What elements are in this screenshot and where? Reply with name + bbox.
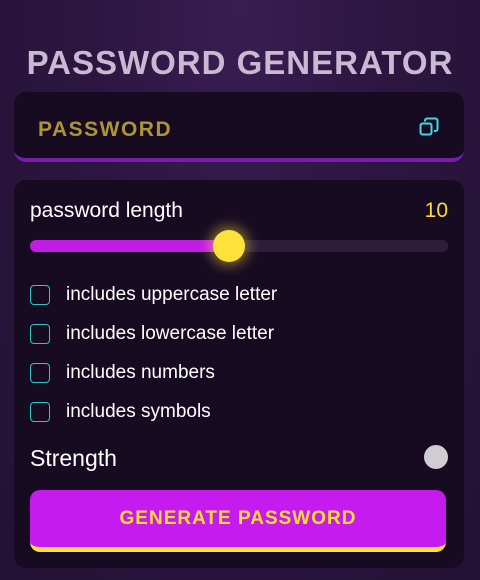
option-label: includes symbols — [66, 401, 211, 422]
app-title: PASSWORD GENERATOR — [26, 44, 454, 81]
length-value: 10 — [424, 199, 448, 222]
option-lowercase[interactable]: includes lowercase letter — [30, 323, 274, 345]
generate-password-button[interactable]: GENERATE PASSWORD — [30, 490, 446, 552]
length-label: password length — [30, 199, 183, 222]
lowercase-checkbox[interactable] — [30, 324, 50, 344]
option-label: includes uppercase letter — [66, 284, 278, 305]
option-label: includes lowercase letter — [66, 323, 275, 344]
symbols-checkbox[interactable] — [30, 402, 50, 422]
length-slider[interactable] — [30, 230, 448, 262]
settings-panel: password length 10 includes uppercase le… — [14, 180, 464, 568]
password-display: PASSWORD — [14, 92, 464, 162]
copy-icon[interactable] — [418, 116, 440, 138]
option-label: includes numbers — [66, 362, 215, 383]
strength-label: Strength — [30, 445, 117, 471]
generate-button-label: GENERATE PASSWORD — [119, 507, 357, 529]
numbers-checkbox[interactable] — [30, 363, 50, 383]
option-numbers[interactable]: includes numbers — [30, 362, 215, 384]
password-text: PASSWORD — [38, 118, 173, 141]
slider-thumb[interactable] — [212, 230, 245, 262]
strength-indicator — [424, 445, 448, 469]
uppercase-checkbox[interactable] — [30, 285, 50, 305]
slider-fill — [30, 240, 229, 252]
option-uppercase[interactable]: includes uppercase letter — [30, 284, 277, 306]
option-symbols[interactable]: includes symbols — [30, 401, 211, 423]
